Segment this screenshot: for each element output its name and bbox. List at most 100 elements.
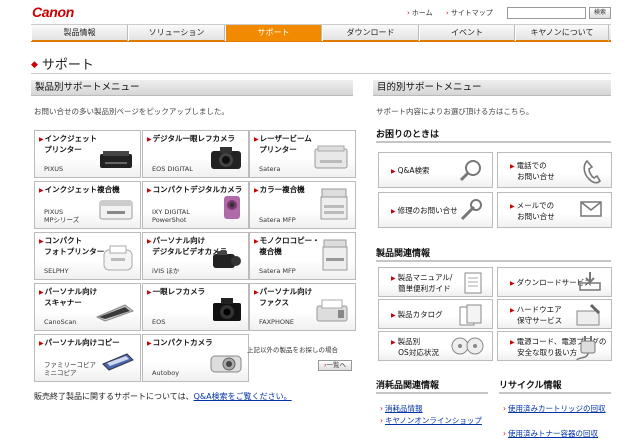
- arrow-right-icon: ▶: [510, 339, 515, 346]
- other-products-note: 上記以外の製品をお探しの場合: [247, 346, 338, 354]
- arrow-right-icon: ▶: [254, 289, 259, 296]
- product-card-scanner[interactable]: ▶パーソナル向け スキャナー CanoScan: [34, 283, 141, 331]
- card-title: ▶コンパクト フォトプリンター: [39, 236, 105, 256]
- arrow-right-icon: ▶: [39, 289, 44, 296]
- card-sub: Autoboy: [152, 369, 180, 377]
- arrow-right-icon: ▶: [147, 238, 152, 245]
- divider: [499, 392, 611, 394]
- search-input[interactable]: [507, 7, 586, 19]
- card-title: ▶コンパクトカメラ: [147, 338, 213, 347]
- product-card-film-camera[interactable]: ▶コンパクトカメラ Autoboy: [142, 334, 249, 382]
- search-button[interactable]: ▶ Q&A検索: [378, 152, 493, 188]
- tab-about[interactable]: キヤノンについて: [515, 25, 609, 41]
- power-plug-button[interactable]: ▶ 電源コード、電源プラグの 安全な取り扱い方: [497, 331, 612, 361]
- product-card-color-mfp[interactable]: ▶カラー複合機 Satera MFP: [249, 181, 356, 229]
- product-card-dslr-camera[interactable]: ▶デジタル一眼レフカメラ EOS DIGITAL: [142, 130, 249, 178]
- product-card-inkjet-printer[interactable]: ▶インクジェット プリンター PIXUS: [34, 130, 141, 178]
- card-title: ▶パーソナル向け ファクス: [254, 287, 313, 307]
- product-card-photo-printer[interactable]: ▶コンパクト フォトプリンター SELPHY: [34, 232, 141, 280]
- global-nav: 製品情報 ソリューション サポート ダウンロード イベント キヤノンについて: [31, 24, 611, 42]
- search-icon: [458, 159, 484, 185]
- button-label: ▶ メールでの お問い合せ: [510, 201, 555, 221]
- sitemap-link[interactable]: › サイトマップ: [446, 8, 493, 18]
- wrench-button[interactable]: ▶ 修理のお問い合せ: [378, 192, 493, 228]
- arrow-right-icon: ▶: [510, 203, 515, 210]
- power-plug-icon: [573, 335, 603, 363]
- purpose-support-heading: 目的別サポートメニュー: [373, 80, 611, 96]
- product-card-slr-camera[interactable]: ▶一眼レフカメラ EOS: [142, 283, 249, 331]
- button-label: ▶ ハードウエア 保守サービス: [510, 305, 563, 325]
- mail-button[interactable]: ▶ メールでの お問い合せ: [497, 192, 612, 228]
- home-link[interactable]: › ホーム: [407, 8, 433, 18]
- manual-button[interactable]: ▶ 製品マニュアル/ 簡単便利ガイド: [378, 267, 493, 297]
- maintenance-button[interactable]: ▶ ハードウエア 保守サービス: [497, 299, 612, 329]
- tab-events[interactable]: イベント: [419, 25, 515, 41]
- arrow-right-icon: ▶: [254, 238, 259, 245]
- search-button[interactable]: 検索: [589, 7, 611, 19]
- arrow-right-icon: ▶: [391, 312, 396, 319]
- qa-search-link[interactable]: Q&A検索をご覧ください。: [194, 392, 292, 401]
- arrow-right-icon: ›: [503, 429, 506, 438]
- laser-printer-icon: [312, 144, 350, 172]
- card-title: ▶インクジェット プリンター: [39, 134, 98, 154]
- catalog-button[interactable]: ▶ 製品カタログ: [378, 299, 493, 329]
- film-camera-icon: [209, 350, 243, 376]
- arrow-right-icon: ▶: [147, 340, 152, 347]
- card-sub: FAXPHONE: [259, 318, 294, 326]
- tab-products[interactable]: 製品情報: [31, 25, 128, 41]
- online-shop-link[interactable]: › キヤノンオンラインショップ: [380, 415, 482, 426]
- download-button[interactable]: ▶ ダウンロードサービス: [497, 267, 612, 297]
- card-sub: iVIS ほか: [152, 267, 180, 275]
- product-info-heading: 製品関連情報: [376, 249, 431, 259]
- button-label: ▶ 製品別 OS対応状況: [391, 337, 439, 357]
- product-card-fax[interactable]: ▶パーソナル向け ファクス FAXPHONE: [249, 283, 356, 331]
- phone-icon: [581, 159, 603, 187]
- arrow-right-icon: ▶: [39, 238, 44, 245]
- tab-download[interactable]: ダウンロード: [322, 25, 419, 41]
- card-sub: CanoScan: [44, 318, 77, 326]
- card-title: ▶一眼レフカメラ: [147, 287, 206, 296]
- card-sub: Satera MFP: [259, 267, 296, 275]
- card-sub: PIXUS MPシリーズ: [44, 208, 80, 224]
- phone-button[interactable]: ▶ 電話での お問い合せ: [497, 152, 612, 188]
- mono-mfp-icon: [320, 238, 350, 274]
- arrow-right-icon: ▶: [391, 339, 396, 346]
- personal-copier-icon: [99, 348, 135, 376]
- arrow-right-icon: ▶: [254, 136, 259, 143]
- button-label: ▶ 修理のお問い合せ: [391, 206, 458, 215]
- product-card-inkjet-mfp[interactable]: ▶インクジェット複合機 PIXUS MPシリーズ: [34, 181, 141, 229]
- product-card-mono-mfp[interactable]: ▶モノクロコピー・ 複合機 Satera MFP: [249, 232, 356, 280]
- scanner-icon: [95, 301, 135, 325]
- canon-logo[interactable]: Canon: [32, 4, 74, 20]
- tab-support[interactable]: サポート: [225, 25, 322, 41]
- product-card-compact-camera[interactable]: ▶コンパクトデジタルカメラ IXY DIGITAL PowerShot: [142, 181, 249, 229]
- mail-icon: [579, 199, 603, 221]
- arrow-right-icon: ▶: [39, 136, 44, 143]
- arrow-right-icon: ▶: [254, 187, 259, 194]
- tab-solutions[interactable]: ソリューション: [128, 25, 225, 41]
- product-card-laser-printer[interactable]: ▶レーザービーム プリンター Satera: [249, 130, 356, 178]
- product-card-video-camera[interactable]: ▶パーソナル向け デジタルビデオカメラ iVIS ほか: [142, 232, 249, 280]
- catalog-icon: [458, 303, 484, 329]
- consumables-link[interactable]: › 消耗品情報: [380, 403, 423, 414]
- arrow-right-icon: ▶: [147, 289, 152, 296]
- color-mfp-icon: [318, 187, 350, 223]
- arrow-right-icon: ▶: [510, 307, 515, 314]
- arrow-right-icon: ▶: [391, 275, 396, 282]
- slr-camera-icon: [211, 295, 243, 325]
- arrow-right-icon: ›: [446, 9, 449, 17]
- product-support-lead: お問い合せの多い製品別ページをピックアップしました。: [34, 107, 229, 116]
- card-title: ▶レーザービーム プリンター: [254, 134, 312, 154]
- card-sub: Satera MFP: [259, 216, 296, 224]
- wrench-icon: [458, 199, 484, 225]
- dslr-camera-icon: [209, 144, 243, 172]
- download-icon: [577, 271, 603, 295]
- fax-icon: [314, 297, 350, 325]
- product-card-personal-copier[interactable]: ▶パーソナル向けコピー ファミリーコピア ミニコピア: [34, 334, 141, 382]
- list-button[interactable]: ›一覧へ: [318, 360, 352, 371]
- toner-recycle-link[interactable]: › 使用済みトナー容器の回収: [503, 428, 598, 439]
- arrow-right-icon: ›: [380, 404, 383, 413]
- disc-button[interactable]: ▶ 製品別 OS対応状況: [378, 331, 493, 361]
- cartridge-recycle-link[interactable]: › 使用済みカートリッジの回収: [503, 403, 606, 414]
- arrow-right-icon: ›: [380, 416, 383, 425]
